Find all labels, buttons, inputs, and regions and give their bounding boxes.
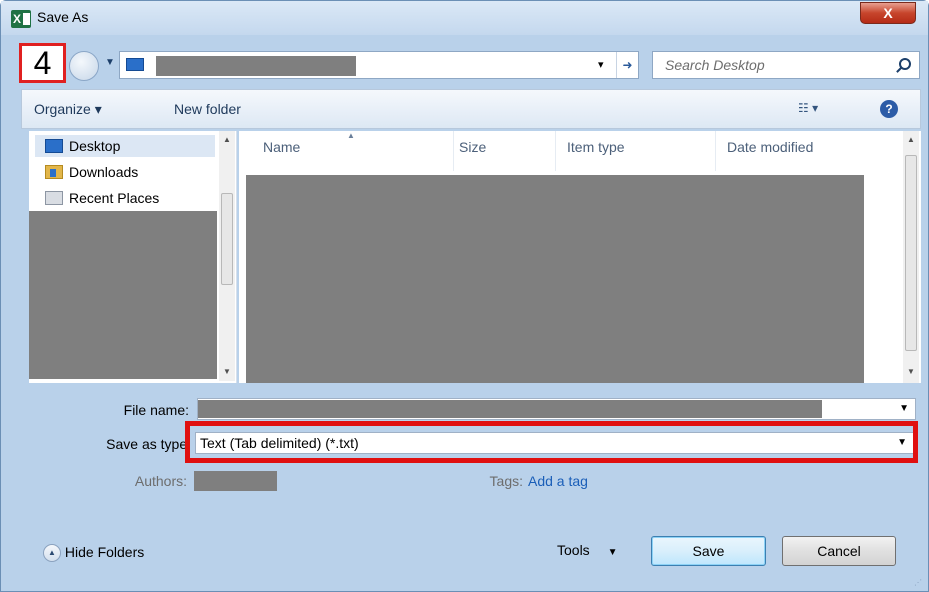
new-folder-button[interactable]: New folder xyxy=(174,101,241,117)
nav-scroll-thumb[interactable] xyxy=(221,193,233,285)
navigation-pane: Desktop Downloads Recent Places ▲ ▼ xyxy=(29,131,237,383)
nav-items-redacted xyxy=(29,211,217,379)
tags-label: Tags: xyxy=(489,473,523,489)
save-as-dialog: X Save As X 4 ▼ ▾ ➜ Search Desktop Organ… xyxy=(0,0,929,592)
window-title: Save As xyxy=(37,9,89,25)
close-button[interactable]: X xyxy=(860,2,916,24)
nav-item-desktop[interactable]: Desktop xyxy=(35,135,215,157)
resize-grip-icon[interactable]: ⋰ xyxy=(914,578,922,587)
column-header-date-modified[interactable]: Date modified xyxy=(727,139,813,155)
cancel-button[interactable]: Cancel xyxy=(782,536,896,566)
hide-folders-label: Hide Folders xyxy=(64,544,145,560)
downloads-icon xyxy=(45,165,63,179)
address-path-redacted xyxy=(156,56,356,76)
excel-icon: X xyxy=(11,10,31,28)
column-divider[interactable] xyxy=(715,131,716,171)
tools-label: Tools xyxy=(557,542,590,558)
column-header-name[interactable]: Name xyxy=(263,139,300,155)
scroll-down-icon[interactable]: ▼ xyxy=(223,367,231,376)
sort-ascending-icon: ▲ xyxy=(347,131,355,140)
desktop-icon xyxy=(45,139,63,153)
chevron-down-icon[interactable]: ▼ xyxy=(899,403,909,414)
add-tag-link[interactable]: Add a tag xyxy=(528,473,588,489)
file-items-redacted xyxy=(246,175,864,383)
search-icon[interactable] xyxy=(899,58,911,70)
nav-scrollbar[interactable]: ▲ ▼ xyxy=(219,131,235,381)
address-bar[interactable]: ▾ ➜ xyxy=(119,51,639,79)
scroll-up-icon[interactable]: ▲ xyxy=(907,135,915,144)
column-header-item-type[interactable]: Item type xyxy=(567,139,625,155)
nav-item-label: Downloads xyxy=(69,164,139,180)
refresh-icon[interactable]: ➜ xyxy=(616,52,638,78)
highlight-box xyxy=(185,421,918,463)
save-as-type-label: Save as type: xyxy=(106,436,191,452)
authors-label: Authors: xyxy=(134,473,187,489)
address-dropdown-icon[interactable]: ▾ xyxy=(598,58,604,71)
chevron-down-icon: ▼ xyxy=(607,547,618,558)
file-name-value-redacted xyxy=(198,400,822,418)
command-bar: Organize ▾ New folder ☷ ▾ ? xyxy=(21,89,921,129)
step-badge: 4 xyxy=(19,43,66,83)
nav-item-recent-places[interactable]: Recent Places xyxy=(35,187,215,209)
history-dropdown-icon[interactable]: ▼ xyxy=(105,57,115,68)
file-list-scroll-thumb[interactable] xyxy=(905,155,917,351)
nav-item-label: Desktop xyxy=(69,138,121,154)
help-icon[interactable]: ? xyxy=(880,100,898,118)
chevron-up-icon: ▲ xyxy=(43,544,61,563)
column-header-size[interactable]: Size xyxy=(459,139,486,155)
scroll-down-icon[interactable]: ▼ xyxy=(907,367,915,376)
file-name-field[interactable]: ▼ xyxy=(197,398,916,420)
file-list-scrollbar[interactable]: ▲ ▼ xyxy=(903,131,919,383)
recent-places-icon xyxy=(45,191,63,205)
nav-item-downloads[interactable]: Downloads xyxy=(35,161,215,183)
tools-button[interactable]: Tools ▼ xyxy=(557,542,617,558)
file-list: ▲ Name Size Item type Date modified ▲ ▼ xyxy=(239,131,921,383)
scroll-up-icon[interactable]: ▲ xyxy=(223,135,231,144)
authors-value-redacted[interactable] xyxy=(194,471,277,491)
file-name-label: File name: xyxy=(123,402,189,418)
back-button[interactable] xyxy=(69,51,99,81)
view-options-icon[interactable]: ☷ ▾ xyxy=(798,101,818,115)
organize-button[interactable]: Organize ▾ xyxy=(34,101,102,118)
nav-item-label: Recent Places xyxy=(69,190,160,206)
save-button[interactable]: Save xyxy=(651,536,766,566)
search-input[interactable]: Search Desktop xyxy=(652,51,920,79)
hide-folders-button[interactable]: ▲ Hide Folders xyxy=(43,544,145,563)
column-divider[interactable] xyxy=(555,131,556,171)
title-bar: X Save As X xyxy=(1,1,928,35)
column-divider[interactable] xyxy=(453,131,454,171)
search-placeholder: Search Desktop xyxy=(665,57,765,73)
desktop-icon xyxy=(126,58,144,71)
